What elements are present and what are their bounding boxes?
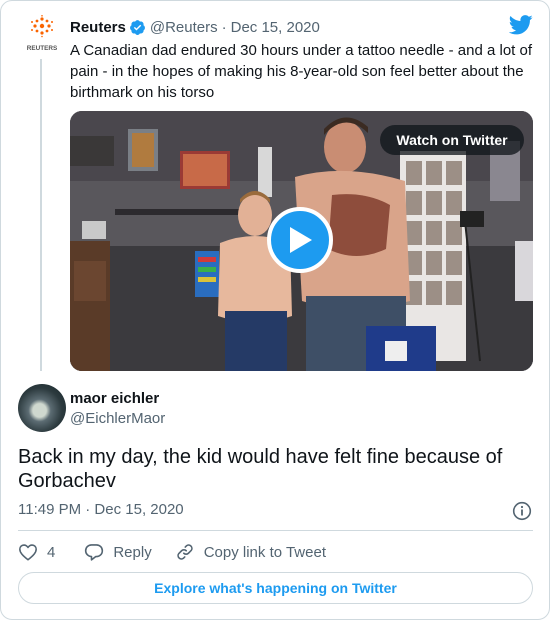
copy-link-button[interactable]: Copy link to Tweet (175, 542, 326, 562)
thread-connector-line (40, 59, 42, 371)
video-thumbnail[interactable]: Watch on Twitter (70, 111, 533, 371)
quoted-tweet-date[interactable]: Dec 15, 2020 (231, 19, 320, 36)
quoted-tweet-header: Reuters @Reuters · Dec 15, 2020 (70, 17, 320, 37)
reuters-logo-text: REUTERS (27, 45, 58, 52)
avatar[interactable] (18, 384, 66, 432)
reply-label: Reply (113, 543, 152, 561)
divider (18, 530, 533, 531)
heart-icon (19, 544, 37, 561)
meta-separator: · (221, 18, 227, 36)
explore-twitter-button[interactable]: Explore what's happening on Twitter (18, 572, 533, 604)
quoted-author-handle[interactable]: @Reuters (150, 19, 218, 36)
twitter-bird-icon[interactable] (508, 15, 533, 35)
quoted-tweet-text: A Canadian dad endured 30 hours under a … (70, 42, 533, 101)
embedded-tweet-card: REUTERS Reuters @Reuters · Dec 15, 2020 … (0, 0, 550, 620)
reuters-logo[interactable]: REUTERS (23, 15, 61, 55)
verified-badge-icon (129, 19, 146, 36)
author-handle[interactable]: @EichlerMaor (70, 410, 165, 427)
tweet-text: Back in my day, the kid would have felt … (18, 446, 503, 492)
tweet-timestamp[interactable]: 11:49 PM · Dec 15, 2020 (18, 501, 184, 518)
info-icon[interactable] (512, 501, 532, 521)
reply-button[interactable]: Reply (84, 542, 152, 562)
quoted-author-name[interactable]: Reuters (70, 19, 126, 36)
play-icon (290, 227, 312, 253)
tweet-actions: 4 Reply Copy link to Tweet (18, 541, 326, 563)
like-count: 4 (47, 543, 56, 561)
link-icon (177, 544, 193, 560)
copy-link-label: Copy link to Tweet (203, 543, 326, 561)
author-name[interactable]: maor eichler (70, 390, 159, 407)
watch-on-twitter-button[interactable]: Watch on Twitter (380, 125, 524, 155)
play-button[interactable] (267, 207, 333, 273)
like-button[interactable]: 4 (18, 543, 55, 561)
reply-icon (85, 544, 104, 561)
